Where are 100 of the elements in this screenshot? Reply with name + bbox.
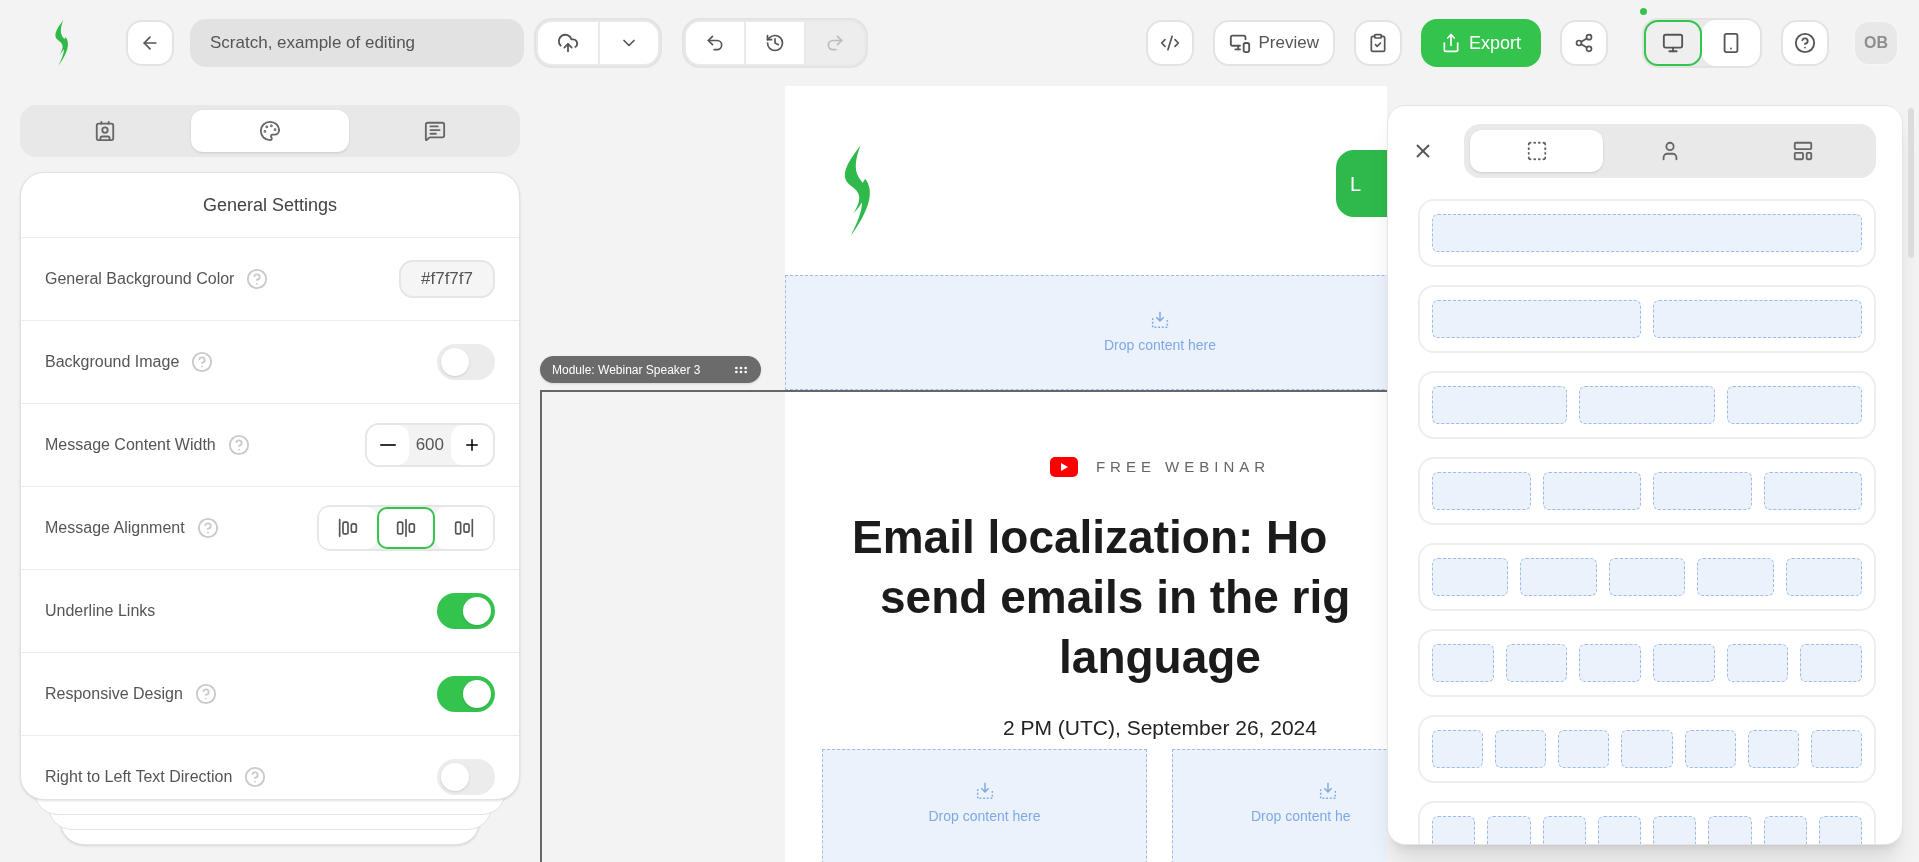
comments-icon	[423, 120, 446, 142]
document-title-field[interactable]: Scratch, example of editing	[190, 19, 524, 67]
code-button[interactable]	[1145, 20, 1194, 66]
plus-icon	[463, 436, 481, 454]
alignment-option[interactable]	[319, 507, 377, 549]
align-icon	[338, 518, 358, 538]
eyebrow-text: FREE WEBINAR	[1095, 457, 1271, 477]
layout-column	[1708, 816, 1752, 844]
toggle-switch[interactable]	[437, 593, 495, 629]
layout-option[interactable]	[1418, 629, 1876, 697]
help-icon[interactable]	[227, 434, 250, 456]
layout-column	[1558, 730, 1610, 768]
webinar-date: 2 PM (UTC), September 26, 2024	[1002, 714, 1318, 741]
layout-column	[1487, 816, 1531, 844]
history-icon	[765, 33, 785, 53]
appearance-icon	[259, 120, 281, 142]
setting-label: Background Image	[45, 352, 180, 372]
setting-label: Message Content Width	[45, 435, 216, 455]
layout-column	[1495, 730, 1547, 768]
preview-button[interactable]: Preview	[1212, 20, 1335, 66]
layout-option[interactable]	[1418, 457, 1876, 525]
header-button-text[interactable]: L	[1350, 168, 1362, 199]
mobile-view-button[interactable]	[1702, 20, 1760, 66]
webinar-title-line: Email localization: Ho	[851, 509, 1329, 565]
align-icon	[454, 518, 474, 538]
help-icon[interactable]	[244, 766, 267, 788]
video-play-icon	[1049, 457, 1078, 478]
layout-column	[1505, 644, 1568, 682]
layout-column	[1579, 644, 1641, 682]
setting-label: Right to Left Text Direction	[45, 767, 233, 787]
toggle-switch[interactable]	[437, 676, 495, 712]
setting-label: Underline Links	[45, 601, 156, 621]
drop-icon	[1317, 780, 1339, 802]
history-button[interactable]	[746, 22, 804, 64]
drop-icon	[1149, 309, 1171, 331]
sidebar-tab[interactable]	[190, 110, 350, 152]
setting-label: General Background Color	[45, 269, 235, 289]
cloud-upload-icon	[557, 32, 579, 54]
layout-option[interactable]	[1418, 715, 1876, 783]
align-icon	[396, 518, 416, 538]
toggle-switch[interactable]	[437, 759, 495, 795]
layout-column	[1432, 730, 1484, 768]
layout-column	[1726, 644, 1789, 682]
layout-column	[1818, 816, 1862, 844]
layout-column	[1432, 644, 1494, 682]
layout-column	[1542, 816, 1586, 844]
layout-option[interactable]	[1418, 543, 1876, 611]
alignment-option[interactable]	[435, 507, 493, 549]
toggle-switch[interactable]	[437, 344, 495, 380]
help-icon[interactable]	[246, 268, 269, 290]
module-label: Module: Webinar Speaker 3	[540, 356, 761, 383]
settings-title: General Settings	[202, 193, 338, 217]
content-icon	[94, 120, 117, 142]
setting-label: Responsive Design	[45, 684, 183, 704]
desktop-icon	[1662, 32, 1684, 54]
drop-zone[interactable]: Drop content he	[1172, 749, 1387, 862]
export-button[interactable]: Export	[1420, 19, 1541, 67]
redo-icon	[825, 33, 845, 53]
alignment-option[interactable]	[377, 507, 435, 549]
code-icon	[1159, 33, 1180, 53]
color-field[interactable]: #f7f7f7	[399, 260, 495, 298]
help-icon	[1794, 32, 1816, 54]
undo-icon	[705, 33, 725, 53]
drop-zone[interactable]: Drop content here	[785, 275, 1387, 390]
save-button[interactable]	[538, 22, 598, 64]
modules-icon	[1792, 140, 1815, 162]
webinar-title-line: language	[1058, 629, 1262, 685]
back-button[interactable]	[126, 20, 174, 66]
layout-option[interactable]	[1418, 285, 1876, 353]
layout-column	[1653, 816, 1697, 844]
layouts-icon	[1525, 140, 1548, 162]
help-icon[interactable]	[194, 683, 217, 705]
devices-icon	[1228, 32, 1251, 54]
width-stepper[interactable]: 600	[364, 423, 495, 467]
minus-button[interactable]	[366, 425, 409, 465]
minus-icon	[379, 444, 396, 446]
layout-column	[1800, 644, 1863, 682]
share-icon	[1574, 33, 1594, 53]
panel-tab[interactable]	[1470, 130, 1604, 172]
setting-label: Message Alignment	[45, 518, 185, 538]
drop-zone[interactable]: Drop content here	[822, 749, 1147, 862]
help-button[interactable]	[1781, 20, 1829, 66]
layout-column	[1747, 730, 1799, 768]
share-button[interactable]	[1560, 20, 1608, 66]
help-icon[interactable]	[196, 517, 219, 539]
layout-column	[1653, 644, 1715, 682]
layout-column	[1621, 730, 1673, 768]
desktop-view-button[interactable]	[1644, 20, 1702, 66]
layout-column	[1597, 816, 1641, 844]
user-avatar[interactable]: OB	[1853, 20, 1899, 66]
clipboard-button[interactable]	[1353, 20, 1402, 66]
help-icon[interactable]	[191, 351, 214, 373]
layout-column	[1763, 816, 1807, 844]
layout-column	[1684, 730, 1736, 768]
layout-option[interactable]	[1418, 199, 1876, 267]
layout-option[interactable]	[1418, 371, 1876, 439]
undo-button[interactable]	[686, 22, 744, 64]
plus-button[interactable]	[451, 425, 493, 465]
webinar-title-line: send emails in the rig	[879, 569, 1352, 625]
layout-column	[1810, 730, 1862, 768]
